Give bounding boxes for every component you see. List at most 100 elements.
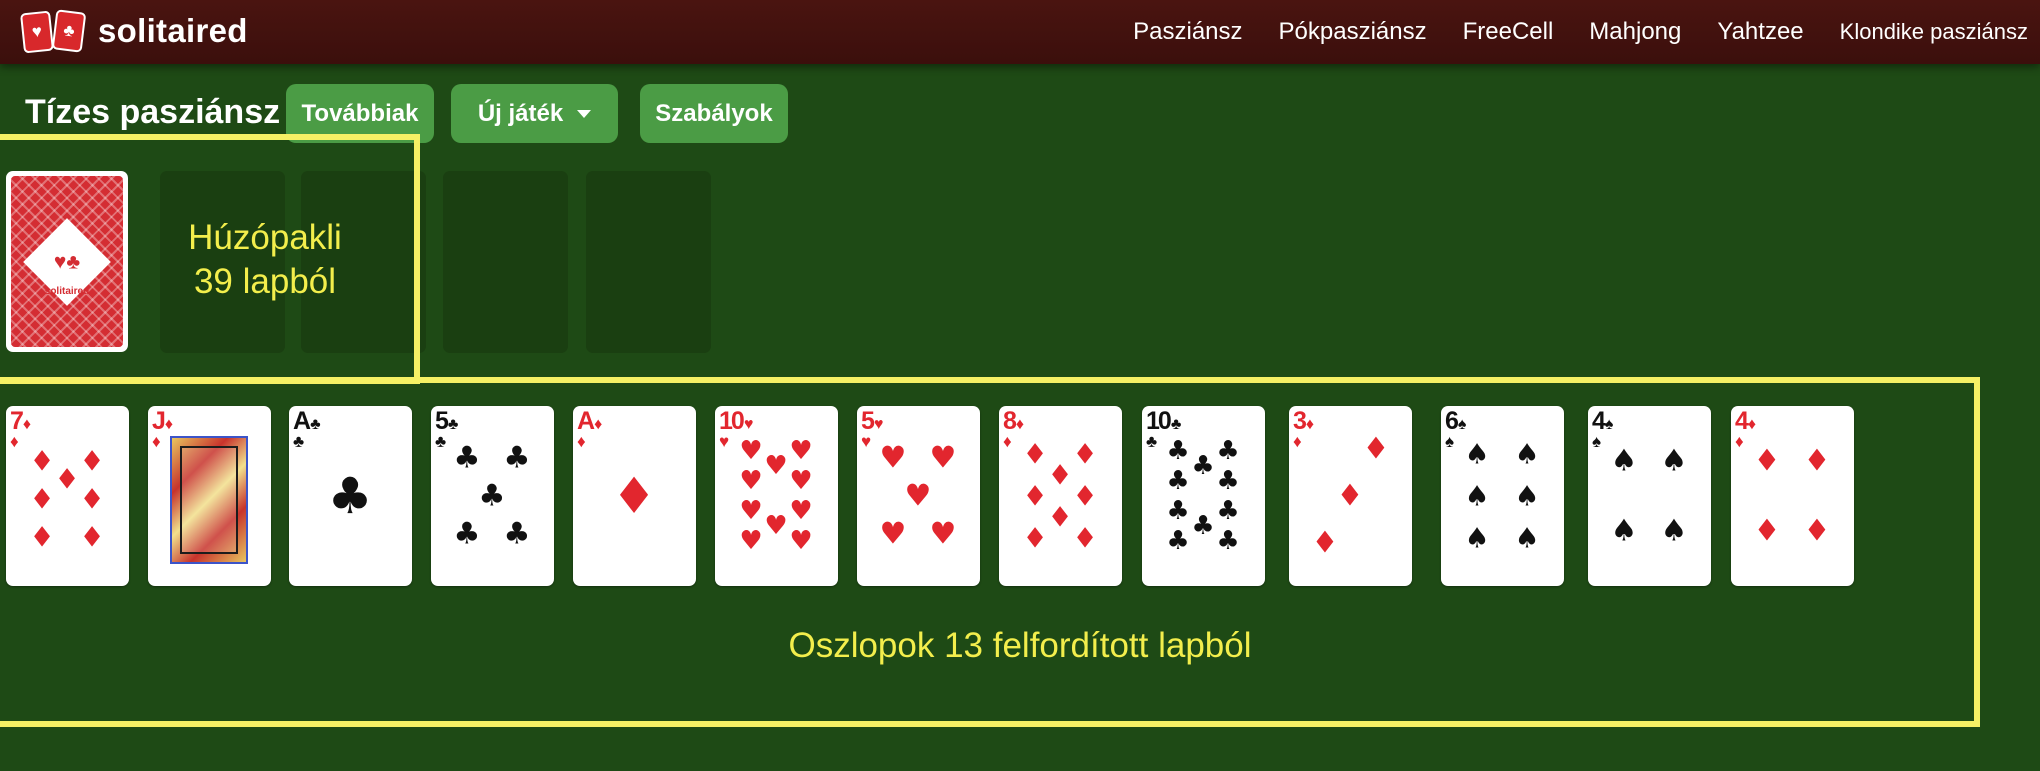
- tableau-card[interactable]: 5♥ ♥ ♥ ♥ ♥ ♥ ♥: [857, 406, 980, 586]
- card-pip-icon: ♦: [1804, 514, 1831, 549]
- card-pip-icon: ♥: [789, 496, 812, 526]
- card-pip-icon: ♠: [1514, 438, 1539, 471]
- more-games-button[interactable]: Továbbiak: [286, 84, 434, 143]
- card-pip-icon: ♣: [1166, 526, 1189, 556]
- logo[interactable]: ♥ ♣ solitaired: [19, 9, 248, 54]
- card-pips: ♦ ♦♦♦ ♦♦♦ ♦: [1022, 438, 1097, 555]
- card-pip-icon: ♠: [1514, 480, 1539, 513]
- card-pip-icon: ♦: [1337, 479, 1364, 514]
- logo-club-card: ♣: [51, 9, 87, 53]
- nav-item-freecell[interactable]: FreeCell: [1463, 18, 1554, 46]
- card-pip-icon: ♥: [789, 436, 812, 466]
- card-pips: ♥ ♥♥♥ ♥♥ ♥♥♥ ♥: [739, 436, 812, 556]
- card-pip-icon: ♦: [1072, 522, 1097, 555]
- more-games-label: Továbbiak: [301, 99, 419, 127]
- card-pip-icon: ♠: [1611, 514, 1638, 549]
- card-pip-icon: ♠: [1661, 444, 1688, 479]
- tableau-card[interactable]: J♦ ♦: [148, 406, 271, 586]
- card-pip-icon: ♦: [1754, 444, 1781, 479]
- card-pip-icon: ♣: [454, 441, 481, 476]
- card-back-emblem-icon: ♥♣: [53, 250, 81, 273]
- card-pip-icon: ♥: [789, 526, 812, 556]
- card-pips: ♠ ♠ ♠ ♠: [1611, 444, 1688, 549]
- nav-item-pokpasziansz[interactable]: Pókpasziánsz: [1279, 18, 1427, 46]
- tableau-card[interactable]: 10♥ ♥ ♥ ♥ ♥ ♥ ♥ ♥ ♥ ♥ ♥ ♥: [715, 406, 838, 586]
- logo-heart-card: ♥: [19, 10, 55, 54]
- card-pip-icon: ♣: [1216, 496, 1239, 526]
- nav-item-klondike[interactable]: Klondike pasziánsz: [1840, 19, 2028, 45]
- tableau-card[interactable]: 3♦ ♦ ♦ ♦ ♦: [1289, 406, 1412, 586]
- tableau-card[interactable]: 7♦ ♦ ♦ ♦ ♦ ♦ ♦ ♦ ♦: [6, 406, 129, 586]
- card-pip-icon: ♦: [1754, 514, 1781, 549]
- card-suit-icon: ♦: [164, 416, 174, 433]
- card-pip-icon: ♣: [504, 441, 531, 476]
- card-pip-icon: ♦: [1022, 438, 1047, 471]
- card-pips: ♦ ♦♦♦ ♦♦ ♦: [29, 445, 104, 554]
- card-pip-icon: ♥: [930, 517, 957, 552]
- card-pip-icon: ♥: [739, 466, 762, 496]
- rules-label: Szabályok: [655, 99, 773, 127]
- stock-pile[interactable]: ♥♣ solitaired: [6, 171, 128, 352]
- card-pips: ♠ ♠ ♠ ♠ ♠ ♠: [1464, 438, 1539, 555]
- tableau-card[interactable]: 8♦ ♦ ♦ ♦ ♦ ♦ ♦ ♦ ♦ ♦: [999, 406, 1122, 586]
- card-pip-icon: ♦: [29, 483, 54, 516]
- tableau-card[interactable]: A♦ ♦ ♦: [573, 406, 696, 586]
- empty-slot-3[interactable]: [443, 171, 568, 353]
- jack-face-art: [170, 436, 248, 564]
- card-pip-icon: ♠: [1514, 522, 1539, 555]
- card-pip-icon: ♦: [1363, 432, 1390, 467]
- tableau-card[interactable]: 10♣ ♣ ♣ ♣ ♣ ♣ ♣ ♣ ♣ ♣ ♣ ♣: [1142, 406, 1265, 586]
- card-back: ♥♣ solitaired: [11, 176, 123, 347]
- card-pip-icon: ♣: [504, 517, 531, 552]
- card-pip-icon: ♦: [79, 483, 104, 516]
- card-pip-icon: ♥: [880, 517, 907, 552]
- tableau-card[interactable]: A♣ ♣ ♣: [289, 406, 412, 586]
- card-pip-icon: ♣: [479, 479, 506, 514]
- card-pip-icon: ♣: [1166, 496, 1189, 526]
- card-pip-icon: ♥: [930, 441, 957, 476]
- card-pips: ♦: [612, 467, 657, 525]
- new-game-button[interactable]: Új játék: [451, 84, 618, 143]
- stock-annotation-line1: Húzópakli: [188, 218, 342, 257]
- card-pip-icon: ♣: [1191, 511, 1214, 541]
- card-pip-icon: ♦: [1047, 501, 1072, 534]
- tableau-card[interactable]: 4♠ ♠ ♠ ♠ ♠ ♠: [1588, 406, 1711, 586]
- card-pips: ♦ ♦ ♦: [1312, 432, 1390, 561]
- card-pip-icon: ♦: [1022, 522, 1047, 555]
- new-game-label: Új játék: [477, 99, 564, 127]
- logo-cards-icon: ♥ ♣: [19, 9, 92, 54]
- card-pip-icon: ♥: [739, 436, 762, 466]
- stock-annotation-line2: 39 lapból: [193, 261, 337, 301]
- nav-item-yahtzee[interactable]: Yahtzee: [1717, 18, 1803, 46]
- card-pip-icon: ♦: [79, 521, 104, 554]
- card-pip-icon: ♦: [1804, 444, 1831, 479]
- card-pip-icon: ♠: [1464, 438, 1489, 471]
- card-pip-icon: ♣: [1216, 436, 1239, 466]
- card-pip-icon: ♠: [1464, 522, 1489, 555]
- nav-item-pasziansz[interactable]: Pasziánsz: [1133, 18, 1242, 46]
- tableau-card[interactable]: 4♦ ♦ ♦ ♦ ♦ ♦: [1731, 406, 1854, 586]
- card-pips: ♥ ♥♥♥ ♥: [880, 441, 957, 552]
- nav-item-mahjong[interactable]: Mahjong: [1589, 18, 1681, 46]
- card-pip-icon: ♥: [739, 526, 762, 556]
- card-pip-icon: ♥: [764, 511, 787, 541]
- card-pip-icon: ♥: [739, 496, 762, 526]
- card-pip-icon: ♦: [29, 445, 54, 478]
- empty-slot-4[interactable]: [586, 171, 711, 353]
- card-pip-icon: ♥: [764, 451, 787, 481]
- card-pips: ♦ ♦ ♦ ♦: [1754, 444, 1831, 549]
- card-pip-icon: ♦: [1312, 526, 1339, 561]
- card-pip-icon: ♦: [54, 463, 79, 496]
- tableau-card[interactable]: 5♣ ♣ ♣ ♣ ♣ ♣ ♣: [431, 406, 554, 586]
- card-pip-icon: ♥: [905, 479, 932, 514]
- card-pip-icon: ♣: [1166, 466, 1189, 496]
- card-pip-icon: ♠: [1661, 514, 1688, 549]
- card-pip-icon: ♠: [1611, 444, 1638, 479]
- caret-down-icon: [577, 109, 592, 118]
- card-pip-icon: ♣: [1191, 451, 1214, 481]
- card-pip-icon: ♦: [29, 521, 54, 554]
- card-pip-icon: ♥: [789, 466, 812, 496]
- card-pips: ♣ ♣♣♣ ♣: [454, 441, 531, 552]
- tableau-card[interactable]: 6♠ ♠ ♠ ♠ ♠ ♠ ♠ ♠: [1441, 406, 1564, 586]
- rules-button[interactable]: Szabályok: [640, 84, 788, 143]
